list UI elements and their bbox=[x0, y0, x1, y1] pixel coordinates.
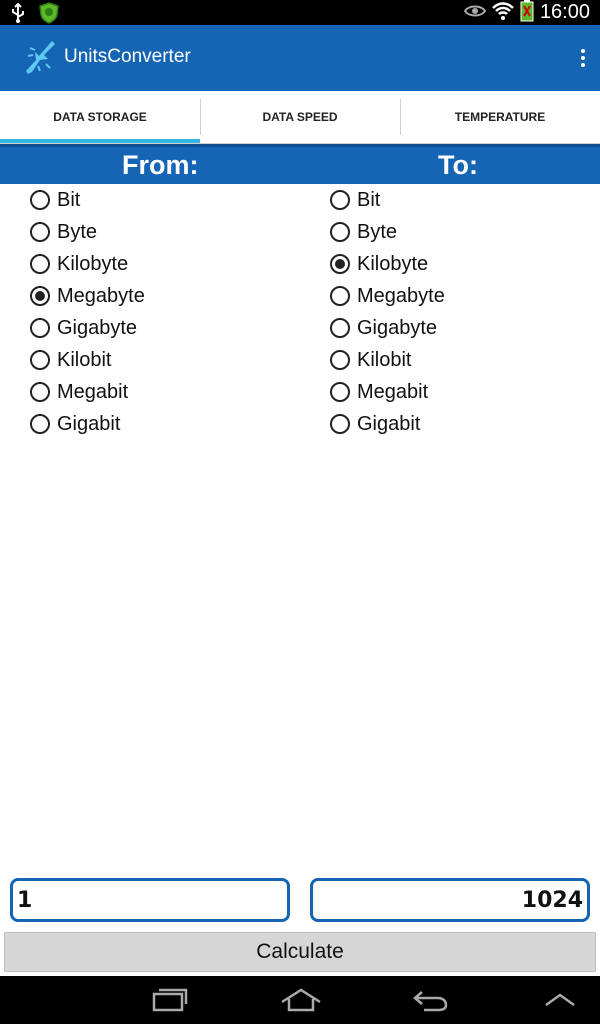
status-bar: 16:00 bbox=[0, 0, 600, 25]
radio-label: Gigabyte bbox=[357, 316, 438, 339]
radio-label: Kilobyte bbox=[57, 252, 129, 275]
radio-button[interactable] bbox=[330, 286, 350, 306]
radio-button[interactable] bbox=[30, 190, 50, 210]
eye-icon bbox=[463, 3, 487, 23]
to-unit-radio-group: Bit Byte Kilobyte Megabyte Gigabyte Kilo… bbox=[330, 184, 590, 440]
clock: 16:00 bbox=[539, 1, 590, 23]
calculate-button-label: Calculate bbox=[256, 940, 344, 963]
app-title: UnitsConverter bbox=[64, 46, 191, 67]
radio-button[interactable] bbox=[330, 350, 350, 370]
from-radio-gigabit[interactable]: Gigabit bbox=[30, 408, 290, 440]
overflow-menu-button[interactable] bbox=[576, 45, 590, 71]
to-radio-bit[interactable]: Bit bbox=[330, 184, 590, 216]
from-radio-bit[interactable]: Bit bbox=[30, 184, 290, 216]
to-radio-megabit[interactable]: Megabit bbox=[330, 376, 590, 408]
to-radio-gigabit[interactable]: Gigabit bbox=[330, 408, 590, 440]
radio-label: Kilobit bbox=[357, 348, 412, 371]
from-radio-byte[interactable]: Byte bbox=[30, 216, 290, 248]
from-value-input[interactable] bbox=[10, 878, 290, 922]
recent-apps-icon[interactable] bbox=[152, 988, 188, 1016]
radio-label: Byte bbox=[357, 220, 398, 243]
home-icon[interactable] bbox=[280, 988, 322, 1016]
radio-label: Bit bbox=[357, 188, 381, 211]
radio-label: Megabyte bbox=[57, 284, 145, 307]
radio-button[interactable] bbox=[330, 382, 350, 402]
tab-label: DATA SPEED bbox=[262, 110, 338, 124]
calculate-button[interactable]: Calculate bbox=[4, 932, 596, 972]
from-radio-megabyte[interactable]: Megabyte bbox=[30, 280, 290, 312]
battery-icon bbox=[520, 0, 534, 26]
tab-temperature[interactable]: TEMPERATURE bbox=[400, 91, 600, 143]
from-unit-radio-group: Bit Byte Kilobyte Megabyte Gigabyte Kilo… bbox=[30, 184, 290, 440]
wifi-icon bbox=[492, 1, 514, 25]
radio-button[interactable] bbox=[330, 190, 350, 210]
radio-button[interactable] bbox=[330, 318, 350, 338]
radio-label: Gigabit bbox=[357, 412, 421, 435]
back-icon[interactable] bbox=[412, 988, 448, 1016]
tab-data-storage[interactable]: DATA STORAGE bbox=[0, 91, 200, 143]
radio-button[interactable] bbox=[30, 350, 50, 370]
radio-button[interactable] bbox=[30, 254, 50, 274]
navigation-bar bbox=[0, 976, 600, 1024]
radio-button[interactable] bbox=[30, 382, 50, 402]
radio-button[interactable] bbox=[30, 318, 50, 338]
radio-button[interactable] bbox=[30, 414, 50, 434]
radio-button[interactable] bbox=[30, 286, 50, 306]
radio-label: Kilobyte bbox=[357, 252, 429, 275]
tab-label: DATA STORAGE bbox=[53, 110, 147, 124]
from-radio-megabit[interactable]: Megabit bbox=[30, 376, 290, 408]
status-right-icons: 16:00 bbox=[463, 0, 590, 26]
radio-label: Bit bbox=[57, 188, 81, 211]
to-value-output[interactable] bbox=[310, 878, 590, 922]
to-radio-megabyte[interactable]: Megabyte bbox=[330, 280, 590, 312]
to-radio-kilobit[interactable]: Kilobit bbox=[330, 344, 590, 376]
from-to-header: From: To: bbox=[0, 144, 600, 184]
app-logo-icon bbox=[22, 38, 58, 76]
radio-button[interactable] bbox=[330, 222, 350, 242]
chevron-up-icon[interactable] bbox=[544, 992, 576, 1012]
radio-label: Kilobit bbox=[57, 348, 112, 371]
action-bar: UnitsConverter bbox=[0, 25, 600, 91]
radio-button[interactable] bbox=[330, 254, 350, 274]
from-radio-kilobyte[interactable]: Kilobyte bbox=[30, 248, 290, 280]
from-radio-kilobit[interactable]: Kilobit bbox=[30, 344, 290, 376]
to-heading: To: bbox=[438, 150, 478, 180]
radio-button[interactable] bbox=[330, 414, 350, 434]
radio-label: Gigabyte bbox=[57, 316, 138, 339]
from-heading: From: bbox=[122, 150, 199, 180]
to-radio-byte[interactable]: Byte bbox=[330, 216, 590, 248]
tab-label: TEMPERATURE bbox=[454, 110, 546, 124]
tab-data-speed[interactable]: DATA SPEED bbox=[200, 91, 400, 143]
to-radio-kilobyte[interactable]: Kilobyte bbox=[330, 248, 590, 280]
tab-bar: DATA STORAGE DATA SPEED TEMPERATURE bbox=[0, 91, 600, 144]
from-radio-gigabyte[interactable]: Gigabyte bbox=[30, 312, 290, 344]
usb-icon bbox=[10, 2, 26, 27]
radio-label: Megabyte bbox=[357, 284, 445, 307]
radio-label: Megabit bbox=[357, 380, 429, 403]
radio-label: Byte bbox=[57, 220, 98, 243]
radio-label: Megabit bbox=[57, 380, 129, 403]
to-radio-gigabyte[interactable]: Gigabyte bbox=[330, 312, 590, 344]
radio-button[interactable] bbox=[30, 222, 50, 242]
radio-label: Gigabit bbox=[57, 412, 121, 435]
